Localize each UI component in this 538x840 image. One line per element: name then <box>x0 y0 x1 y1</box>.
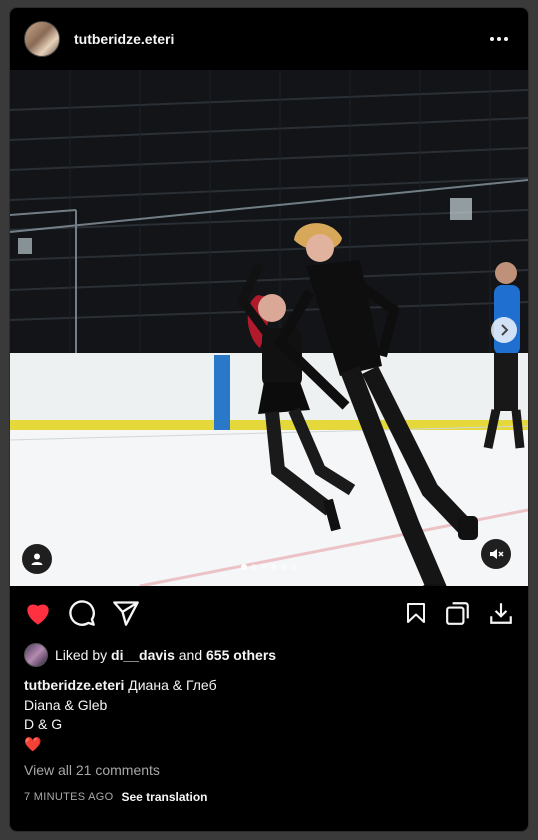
post-header: tutberidze.eteri <box>10 8 528 70</box>
view-all-comments-link[interactable]: View all 21 comments <box>10 754 528 778</box>
likes-summary: Liked by di__davis and 655 others <box>10 640 528 670</box>
author-avatar[interactable] <box>24 21 60 57</box>
post-timestamp[interactable]: 7 MINUTES AGO <box>24 791 113 803</box>
likes-others-link[interactable]: 655 others <box>206 647 276 663</box>
carousel-dot <box>261 564 267 570</box>
chevron-right-icon <box>501 324 509 336</box>
more-options-icon[interactable] <box>484 31 514 47</box>
carousel-dot <box>241 564 247 570</box>
download-icon[interactable] <box>488 600 514 626</box>
carousel-dot <box>291 564 297 570</box>
post-actions <box>10 586 528 640</box>
carousel-indicator <box>10 564 528 570</box>
volume-muted-icon <box>490 549 504 559</box>
post-meta: 7 MINUTES AGO See translation <box>10 778 528 804</box>
post-caption: tutberidze.eteri Диана & Глеб Diana & Gl… <box>10 670 528 754</box>
video-frame <box>10 70 528 586</box>
liked-by-conjunction: and <box>178 647 203 663</box>
caption-heart-emoji: ❤️ <box>24 735 42 752</box>
carousel-next-button[interactable] <box>491 317 517 343</box>
share-icon[interactable] <box>112 599 140 627</box>
bookmark-icon[interactable] <box>404 600 428 626</box>
heart-filled-icon[interactable] <box>24 600 52 626</box>
comment-icon[interactable] <box>68 599 96 627</box>
carousel-dot <box>271 564 277 570</box>
liker-username[interactable]: di__davis <box>111 647 175 663</box>
carousel-dot <box>281 564 287 570</box>
caption-line: Diana & Gleb <box>24 696 108 713</box>
carousel-dot <box>251 564 257 570</box>
collection-icon[interactable] <box>445 600 471 626</box>
caption-line: D & G <box>24 716 63 732</box>
author-username[interactable]: tutberidze.eteri <box>74 31 174 47</box>
post-media[interactable] <box>10 70 528 586</box>
caption-username[interactable]: tutberidze.eteri <box>24 677 124 693</box>
caption-line: Диана & Глеб <box>128 677 217 693</box>
mute-toggle-button[interactable] <box>481 539 511 569</box>
post-card: tutberidze.eteri Liked by di__davis and … <box>9 7 529 832</box>
liked-by-prefix: Liked by <box>55 647 108 663</box>
liker-avatar[interactable] <box>24 643 48 667</box>
see-translation-link[interactable]: See translation <box>121 790 207 804</box>
